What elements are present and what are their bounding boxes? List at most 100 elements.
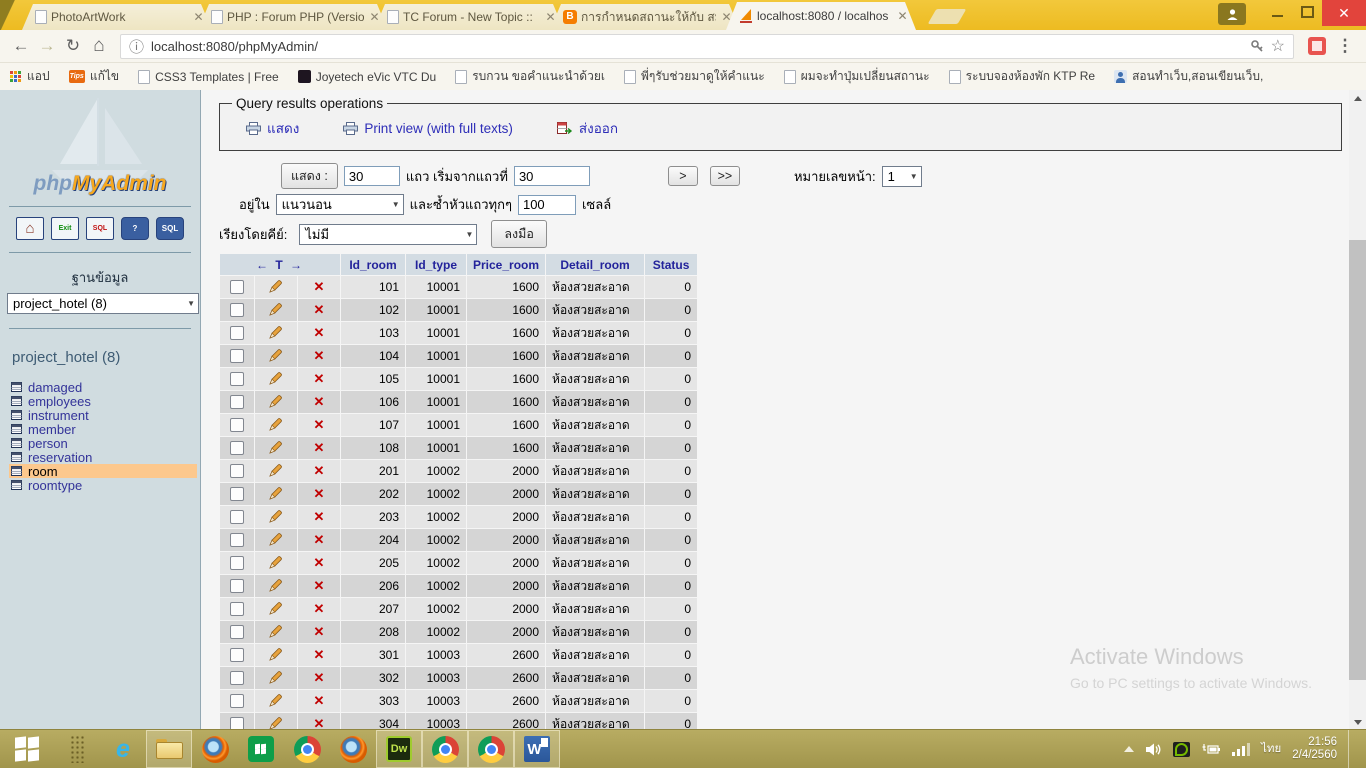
- next-page-button[interactable]: >: [668, 166, 698, 186]
- delete-icon[interactable]: ✕: [314, 302, 325, 317]
- operation-link[interactable]: แสดง: [246, 117, 299, 139]
- edit-button[interactable]: [269, 397, 283, 411]
- edit-button[interactable]: [269, 489, 283, 503]
- row-checkbox[interactable]: [230, 464, 244, 478]
- extension-icon[interactable]: [1308, 37, 1326, 55]
- database-select[interactable]: project_hotel (8): [7, 293, 199, 314]
- edit-button[interactable]: [269, 374, 283, 388]
- delete-icon[interactable]: ✕: [314, 670, 325, 685]
- row-checkbox[interactable]: [230, 395, 244, 409]
- browser-tab[interactable]: PhotoArtWork✕: [22, 4, 212, 30]
- edit-button[interactable]: [269, 673, 283, 687]
- browser-tab[interactable]: PHP : Forum PHP (Versio✕: [198, 4, 388, 30]
- bookmark-star-icon[interactable]: ☆: [1271, 36, 1285, 56]
- row-checkbox[interactable]: [230, 418, 244, 432]
- row-checkbox[interactable]: [230, 487, 244, 501]
- key-icon[interactable]: [1250, 39, 1264, 53]
- bookmark-item[interactable]: ผมจะทำปุ่มเปลี่ยนสถานะ: [784, 67, 930, 86]
- browser-tab[interactable]: Bการกำหนดสถานะให้กับ สมา✕: [550, 4, 740, 30]
- row-checkbox[interactable]: [230, 602, 244, 616]
- delete-icon[interactable]: ✕: [314, 578, 325, 593]
- taskbar-item-chrome[interactable]: [284, 730, 330, 768]
- go-button[interactable]: ลงมือ: [491, 220, 547, 248]
- row-checkbox[interactable]: [230, 694, 244, 708]
- scrollbar-thumb[interactable]: [1349, 240, 1366, 680]
- minimize-button[interactable]: [1262, 0, 1292, 24]
- page-number-select[interactable]: 1: [882, 166, 922, 187]
- delete-icon[interactable]: ✕: [314, 348, 325, 363]
- browser-tab[interactable]: TC Forum - New Topic ::✕: [374, 4, 564, 30]
- close-button[interactable]: ✕: [1322, 0, 1366, 26]
- column-header-price-room[interactable]: Price_room: [467, 254, 545, 275]
- vertical-scrollbar[interactable]: [1349, 90, 1366, 730]
- bookmark-item[interactable]: CSS3 Templates | Free: [138, 70, 279, 84]
- info-icon[interactable]: ⓘ: [129, 36, 144, 57]
- sidebar-item-instrument[interactable]: instrument: [9, 408, 200, 422]
- delete-icon[interactable]: ✕: [314, 716, 325, 730]
- delete-icon[interactable]: ✕: [314, 693, 325, 708]
- edit-button[interactable]: [269, 535, 283, 549]
- scroll-down-arrow[interactable]: [1349, 714, 1366, 730]
- address-bar[interactable]: ⓘ localhost:8080/phpMyAdmin/ ☆: [120, 34, 1294, 59]
- delete-icon[interactable]: ✕: [314, 647, 325, 662]
- rows-count-input[interactable]: [344, 166, 400, 186]
- row-checkbox[interactable]: [230, 579, 244, 593]
- row-checkbox[interactable]: [230, 648, 244, 662]
- delete-icon[interactable]: ✕: [314, 463, 325, 478]
- delete-icon[interactable]: ✕: [314, 279, 325, 294]
- sidebar-item-roomtype[interactable]: roomtype: [9, 478, 200, 492]
- sidebar-item-reservation[interactable]: reservation: [9, 450, 200, 464]
- show-desktop-button[interactable]: [1348, 730, 1356, 768]
- column-header-status[interactable]: Status: [645, 254, 697, 275]
- row-checkbox[interactable]: [230, 372, 244, 386]
- edit-button[interactable]: [269, 466, 283, 480]
- column-header-id-room[interactable]: Id_room: [341, 254, 405, 275]
- mode-select[interactable]: แนวนอน: [276, 194, 404, 215]
- volume-icon[interactable]: [1145, 742, 1162, 757]
- url-text[interactable]: localhost:8080/phpMyAdmin/: [151, 39, 1243, 54]
- clock[interactable]: 21:56 2/4/2560: [1292, 736, 1337, 762]
- reload-icon[interactable]: ↻: [60, 36, 86, 56]
- delete-icon[interactable]: ✕: [314, 555, 325, 570]
- column-move-icons[interactable]: ← T →: [220, 254, 340, 275]
- row-checkbox[interactable]: [230, 510, 244, 524]
- start-row-input[interactable]: [514, 166, 590, 186]
- row-checkbox[interactable]: [230, 326, 244, 340]
- delete-icon[interactable]: ✕: [314, 624, 325, 639]
- sidebar-item-employees[interactable]: employees: [9, 394, 200, 408]
- home-icon[interactable]: ⌂: [86, 35, 112, 57]
- tab-close-icon[interactable]: ✕: [896, 9, 909, 23]
- row-checkbox[interactable]: [230, 441, 244, 455]
- sidebar-item-member[interactable]: member: [9, 422, 200, 436]
- back-icon[interactable]: ←: [8, 36, 34, 56]
- language-indicator[interactable]: ไทย: [1261, 740, 1281, 758]
- edit-button[interactable]: [269, 328, 283, 342]
- delete-icon[interactable]: ✕: [314, 532, 325, 547]
- menu-icon[interactable]: ⋮: [1332, 36, 1358, 56]
- edit-button[interactable]: [269, 282, 283, 296]
- taskbar-item-store[interactable]: [238, 730, 284, 768]
- logout-icon[interactable]: Exit: [51, 217, 79, 240]
- taskbar-item-explorer[interactable]: [146, 730, 192, 768]
- edit-button[interactable]: [269, 696, 283, 710]
- row-checkbox[interactable]: [230, 556, 244, 570]
- sidebar-item-room[interactable]: room: [9, 464, 197, 478]
- nvidia-icon[interactable]: [1173, 742, 1190, 757]
- column-header-id-type[interactable]: Id_type: [406, 254, 466, 275]
- sql-window-icon[interactable]: SQL: [86, 217, 114, 240]
- bookmark-item[interactable]: รบกวน ขอคำแนะนำด้วยเ: [455, 67, 605, 86]
- row-checkbox[interactable]: [230, 303, 244, 317]
- bookmark-item[interactable]: ระบบจองห้องพัก KTP Re: [949, 67, 1096, 86]
- bookmark-item[interactable]: Tipsแก้ไข: [69, 67, 120, 86]
- sidebar-item-person[interactable]: person: [9, 436, 200, 450]
- scroll-up-arrow[interactable]: [1349, 90, 1366, 106]
- bookmark-item[interactable]: สอนทำเว็บ,สอนเขียนเว็บ,: [1114, 67, 1263, 86]
- delete-icon[interactable]: ✕: [314, 486, 325, 501]
- last-page-button[interactable]: >>: [710, 166, 740, 186]
- edit-button[interactable]: [269, 627, 283, 641]
- delete-icon[interactable]: ✕: [314, 417, 325, 432]
- show-button[interactable]: แสดง :: [281, 163, 338, 189]
- delete-icon[interactable]: ✕: [314, 509, 325, 524]
- bookmark-item[interactable]: แอป: [10, 67, 50, 86]
- browser-tab-active[interactable]: localhost:8080 / localhos✕: [726, 2, 916, 30]
